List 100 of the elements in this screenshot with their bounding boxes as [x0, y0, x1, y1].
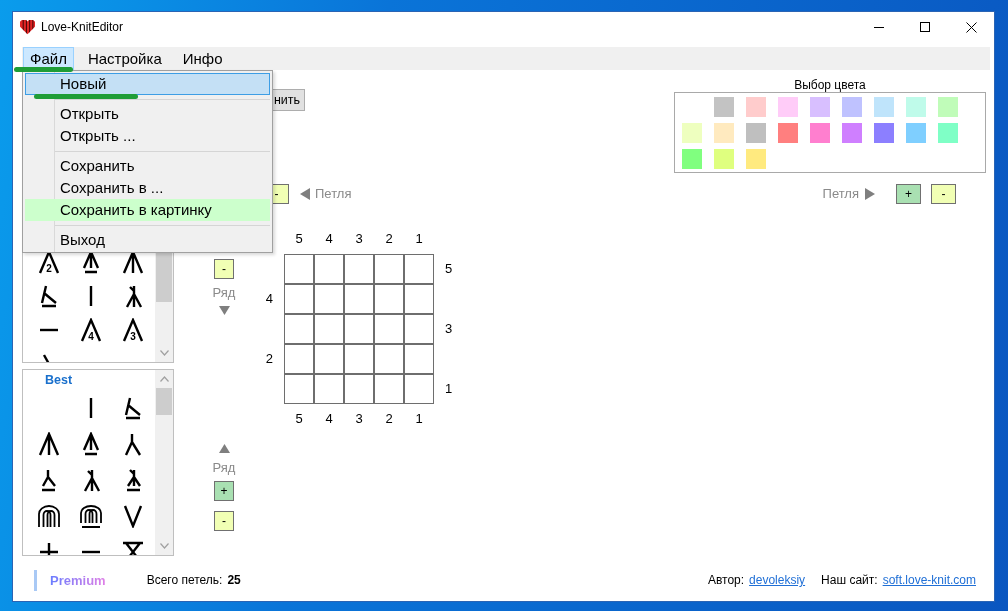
peak-stem-symbol-icon[interactable]: [121, 250, 145, 274]
grid-cell[interactable]: [374, 374, 404, 404]
column-number: 2: [385, 412, 393, 426]
color-swatch[interactable]: [746, 123, 766, 143]
grid-cell[interactable]: [374, 284, 404, 314]
menu-item[interactable]: Инфо: [175, 47, 230, 70]
color-swatch[interactable]: [938, 97, 958, 117]
column-number: 2: [385, 232, 393, 246]
minimize-icon: [874, 26, 884, 28]
column-number: 1: [415, 412, 423, 426]
author-label: Автор:: [707, 573, 745, 587]
color-swatch[interactable]: [810, 123, 830, 143]
minus-button[interactable]: -: [214, 511, 234, 531]
row-label: Ряд: [212, 461, 236, 475]
dropdown-item[interactable]: Выход: [25, 229, 270, 251]
color-swatch[interactable]: [778, 97, 798, 117]
grid-cell[interactable]: [284, 374, 314, 404]
color-picker-title: Выбор цвета: [794, 79, 866, 92]
site-label: Наш сайт:: [821, 573, 878, 587]
color-swatch[interactable]: [842, 97, 862, 117]
dropdown-item[interactable]: Открыть ...: [25, 125, 270, 147]
color-swatch[interactable]: [810, 97, 830, 117]
grid-cell[interactable]: [284, 344, 314, 374]
row-number: 1: [445, 382, 453, 396]
dropdown-item[interactable]: Сохранить в картинку: [25, 199, 270, 221]
symbol-digit: 4: [88, 332, 94, 342]
color-swatch[interactable]: [682, 149, 702, 169]
loop-label: Петля: [315, 187, 352, 201]
total-value: 25: [227, 573, 241, 587]
grid-cell[interactable]: [344, 344, 374, 374]
column-number: 5: [295, 412, 303, 426]
loops-symbol-icon[interactable]: [37, 504, 61, 528]
total-label: Всего петель:: [146, 573, 223, 587]
color-swatch[interactable]: [906, 123, 926, 143]
vee-symbol-icon[interactable]: [121, 504, 145, 528]
grid-cell[interactable]: [374, 344, 404, 374]
symbol-digit: 3: [130, 332, 136, 342]
grid-cell[interactable]: [314, 374, 344, 404]
column-number: 4: [325, 232, 333, 246]
grid-cell[interactable]: [344, 284, 374, 314]
minus-button[interactable]: -: [931, 184, 956, 204]
minus-button[interactable]: -: [214, 259, 234, 279]
maximize-icon: [920, 22, 930, 32]
plus-button[interactable]: +: [214, 481, 234, 501]
color-swatch[interactable]: [682, 123, 702, 143]
grid-cell[interactable]: [344, 314, 374, 344]
color-swatch[interactable]: [746, 149, 766, 169]
color-swatch[interactable]: [938, 123, 958, 143]
author-link[interactable]: devoleksiy: [749, 573, 806, 587]
grid-cell[interactable]: [404, 314, 434, 344]
grid-cell[interactable]: [404, 284, 434, 314]
grid-cell[interactable]: [344, 374, 374, 404]
column-number: 3: [355, 232, 363, 246]
row-number: 2: [265, 352, 273, 366]
accent-bar: [34, 569, 37, 591]
caret-left-icon: [300, 188, 310, 200]
color-swatch[interactable]: [778, 123, 798, 143]
peak-stem-symbol-icon[interactable]: [37, 432, 61, 456]
panel-title: Best: [45, 373, 73, 387]
grid-cell[interactable]: [344, 254, 374, 284]
color-swatch[interactable]: [906, 97, 926, 117]
grid-cell[interactable]: [314, 344, 344, 374]
grid-cell[interactable]: [314, 254, 344, 284]
color-swatch[interactable]: [874, 123, 894, 143]
grid-cell[interactable]: [404, 344, 434, 374]
peak-symbol-icon[interactable]: [79, 318, 103, 342]
grid-cell[interactable]: [284, 314, 314, 344]
grid-cell[interactable]: [404, 254, 434, 284]
plus-button[interactable]: +: [896, 184, 921, 204]
peak-symbol-icon[interactable]: [37, 250, 61, 274]
heart-icon: [20, 19, 35, 35]
grid-cell[interactable]: [374, 314, 404, 344]
scroll-thumb[interactable]: [156, 388, 172, 415]
color-swatch[interactable]: [746, 97, 766, 117]
grid-cell[interactable]: [314, 284, 344, 314]
row-number: 3: [445, 322, 453, 336]
loops-base-symbol-icon[interactable]: [79, 504, 103, 528]
column-number: 1: [415, 232, 423, 246]
grid-cell[interactable]: [404, 374, 434, 404]
color-swatch[interactable]: [714, 149, 734, 169]
grid-cell[interactable]: [284, 284, 314, 314]
color-swatch[interactable]: [714, 123, 734, 143]
caret-down-icon: [218, 306, 230, 315]
color-swatch[interactable]: [874, 97, 894, 117]
color-swatch[interactable]: [714, 97, 734, 117]
menu-item[interactable]: Настройка: [80, 47, 169, 70]
caret-up-icon: [218, 444, 230, 453]
site-link[interactable]: soft.love-knit.com: [882, 573, 976, 587]
grid-cell[interactable]: [314, 314, 344, 344]
loop-label: Петля: [822, 187, 859, 201]
color-swatch[interactable]: [842, 123, 862, 143]
column-number: 4: [325, 412, 333, 426]
row-label: Ряд: [212, 286, 236, 300]
dropdown-item[interactable]: Сохранить: [25, 155, 270, 177]
peak-symbol-icon[interactable]: [121, 318, 145, 342]
grid-cell[interactable]: [284, 254, 314, 284]
row-number: 4: [265, 292, 273, 306]
grid-cell[interactable]: [374, 254, 404, 284]
row-number: 5: [445, 262, 453, 276]
window-title: Love-KnitEditor: [41, 20, 124, 34]
